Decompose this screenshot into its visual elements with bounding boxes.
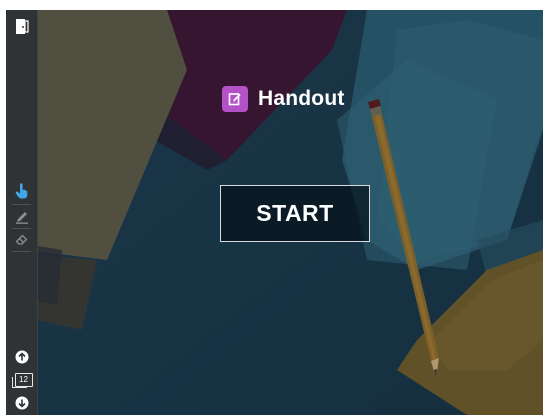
handout-logo-icon — [222, 86, 248, 112]
tool-divider — [12, 204, 31, 205]
door-exit-icon — [15, 18, 29, 34]
start-button[interactable]: START — [220, 185, 370, 242]
pages-button[interactable]: 12 — [10, 371, 33, 390]
app-title: Handout — [222, 84, 345, 114]
hand-pointer-icon — [15, 182, 27, 198]
page-count-badge: 12 — [14, 372, 33, 387]
app-title-text: Handout — [258, 87, 345, 110]
pages-icon: 12 — [11, 372, 33, 389]
pen-icon — [15, 211, 28, 224]
next-page-button[interactable] — [11, 394, 32, 412]
arrow-up-icon — [15, 350, 28, 364]
tool-eraser-button[interactable] — [10, 230, 33, 248]
tool-pen-button[interactable] — [10, 207, 33, 226]
tool-pointer-button[interactable] — [10, 180, 33, 201]
previous-page-button[interactable] — [11, 348, 32, 366]
tool-divider — [12, 228, 31, 229]
eraser-icon — [15, 234, 27, 245]
tool-divider — [12, 251, 31, 252]
arrow-down-icon — [15, 396, 28, 410]
exit-button[interactable] — [11, 16, 32, 36]
left-toolbar: 12 — [6, 10, 38, 415]
background-illustration: Handout START — [37, 10, 543, 415]
app-window: 12 Handout START — [6, 10, 543, 415]
